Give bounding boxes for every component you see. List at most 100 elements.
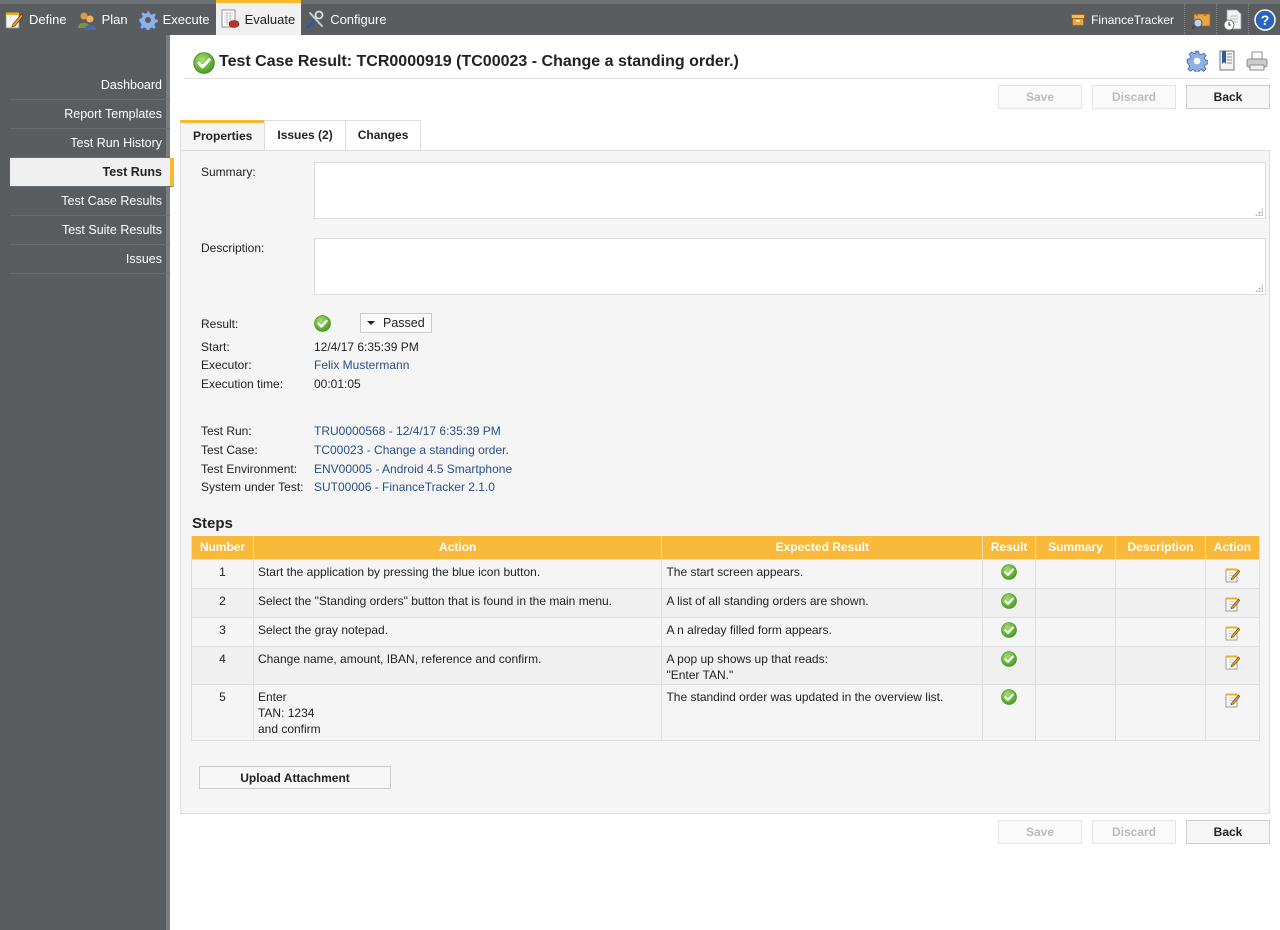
back-button[interactable]: Back xyxy=(1186,85,1270,109)
steps-table: Number Action Expected Result Result Sum… xyxy=(191,536,1261,741)
sidebar-item-test-case-results[interactable]: Test Case Results xyxy=(10,187,170,216)
step-action: Select the "Standing orders" button that… xyxy=(252,587,663,618)
nav-evaluate[interactable]: Evaluate xyxy=(215,0,302,35)
result-dropdown[interactable]: Passed xyxy=(360,313,432,333)
test-run-label: Test Run: xyxy=(201,424,252,438)
upload-attachment-button[interactable]: Upload Attachment xyxy=(199,766,391,789)
step-result xyxy=(982,587,1037,618)
discard-button[interactable]: Discard xyxy=(1092,820,1176,844)
edit-note-icon xyxy=(1224,654,1240,670)
project-selector[interactable]: FinanceTracker xyxy=(1071,4,1184,35)
step-number: 5 xyxy=(191,683,254,741)
step-expected-result: A pop up shows up that reads: "Enter TAN… xyxy=(661,645,984,685)
nav-execute[interactable]: Execute xyxy=(134,4,216,35)
top-navigation-bar: Define Plan Execute Evaluate Configure F… xyxy=(0,0,1280,35)
gear-icon xyxy=(138,10,158,30)
print-button[interactable] xyxy=(1245,49,1269,73)
search-projects-button[interactable] xyxy=(1184,4,1216,35)
sidebar-item-report-templates[interactable]: Report Templates xyxy=(10,100,170,129)
step-number: 4 xyxy=(191,645,254,685)
report-chart-icon xyxy=(221,9,239,28)
tab-bar: Properties Issues (2) Changes xyxy=(180,120,422,152)
steps-header-row: Number Action Expected Result Result Sum… xyxy=(191,536,1261,560)
settings-icon xyxy=(1186,50,1208,72)
sidebar-item-issues[interactable]: Issues xyxy=(10,245,170,274)
column-header-number[interactable]: Number xyxy=(191,536,254,560)
column-header-result[interactable]: Result xyxy=(982,536,1037,560)
execution-time-value: 00:01:05 xyxy=(314,377,361,391)
bookmark-icon xyxy=(1219,50,1235,71)
nav-configure[interactable]: Configure xyxy=(301,4,392,35)
edit-step-button[interactable] xyxy=(1224,692,1240,712)
step-expected-result: A n alreday filled form appears. xyxy=(661,616,984,647)
users-icon xyxy=(77,12,96,30)
passed-icon xyxy=(1001,689,1017,705)
edit-step-button[interactable] xyxy=(1224,596,1240,616)
resize-handle[interactable] xyxy=(1255,284,1263,292)
nav-plan[interactable]: Plan xyxy=(73,4,134,35)
sidebar-item-test-suite-results[interactable]: Test Suite Results xyxy=(10,216,170,245)
start-label: Start: xyxy=(201,340,230,354)
properties-panel: Summary: Description: Result: Passed Sta… xyxy=(180,150,1270,814)
step-edit-cell xyxy=(1204,616,1261,647)
tab-properties[interactable]: Properties xyxy=(180,120,266,152)
nav-define-label: Define xyxy=(29,12,67,27)
steps-heading: Steps xyxy=(192,515,233,532)
description-textarea[interactable] xyxy=(314,238,1266,295)
step-summary xyxy=(1035,645,1116,685)
edit-step-button[interactable] xyxy=(1224,654,1240,674)
system-under-test-link[interactable]: SUT00006 - FinanceTracker 2.1.0 xyxy=(314,480,495,494)
save-button[interactable]: Save xyxy=(998,820,1082,844)
executor-link[interactable]: Felix Mustermann xyxy=(314,358,409,372)
edit-step-button[interactable] xyxy=(1224,567,1240,587)
tab-changes[interactable]: Changes xyxy=(344,120,422,151)
bookmark-button[interactable] xyxy=(1215,49,1239,73)
top-right-toolbar: FinanceTracker ? xyxy=(1071,4,1280,35)
test-run-link[interactable]: TRU0000568 - 12/4/17 6:35:39 PM xyxy=(314,424,501,438)
step-row: 1 Start the application by pressing the b… xyxy=(191,558,1261,589)
step-row: 5 Enter TAN: 1234 and confirm The standind… xyxy=(191,683,1261,741)
sidebar-item-test-runs[interactable]: Test Runs xyxy=(10,158,174,187)
step-description xyxy=(1115,558,1206,589)
passed-icon xyxy=(1001,651,1017,667)
discard-button[interactable]: Discard xyxy=(1092,85,1176,109)
passed-icon xyxy=(1001,622,1017,638)
settings-button[interactable] xyxy=(1185,49,1209,73)
step-result xyxy=(982,558,1037,589)
help-button[interactable]: ? xyxy=(1248,4,1280,35)
column-header-summary[interactable]: Summary xyxy=(1035,536,1116,560)
bottom-button-row: Save Discard Back xyxy=(998,820,1270,844)
tab-issues[interactable]: Issues (2) xyxy=(264,120,346,151)
test-case-link[interactable]: TC00023 - Change a standing order. xyxy=(314,443,509,457)
resize-handle[interactable] xyxy=(1255,208,1263,216)
test-environment-link[interactable]: ENV00005 - Android 4.5 Smartphone xyxy=(314,462,512,476)
test-environment-label: Test Environment: xyxy=(201,462,298,476)
step-edit-cell xyxy=(1204,683,1261,741)
start-value: 12/4/17 6:35:39 PM xyxy=(314,340,419,354)
step-number: 2 xyxy=(191,587,254,618)
project-name: FinanceTracker xyxy=(1091,12,1174,27)
back-button[interactable]: Back xyxy=(1186,820,1270,844)
sidebar-item-test-run-history[interactable]: Test Run History xyxy=(10,129,170,158)
system-under-test-label: System under Test: xyxy=(201,480,304,494)
sidebar-item-dashboard[interactable]: Dashboard xyxy=(10,71,170,100)
edit-step-button[interactable] xyxy=(1224,625,1240,645)
column-header-description[interactable]: Description xyxy=(1115,536,1206,560)
column-header-expected-result[interactable]: Expected Result xyxy=(661,536,984,560)
activity-log-button[interactable] xyxy=(1216,4,1248,35)
step-row: 4 Change name, amount, IBAN, reference an… xyxy=(191,645,1261,685)
summary-textarea[interactable] xyxy=(314,162,1266,219)
step-expected-result: A list of all standing orders are shown. xyxy=(661,587,984,618)
nav-define[interactable]: Define xyxy=(0,4,73,35)
column-header-action[interactable]: Action xyxy=(252,536,663,560)
box-search-icon xyxy=(1190,11,1210,30)
step-result xyxy=(982,645,1037,685)
step-action: Start the application by pressing the bl… xyxy=(252,558,663,589)
column-header-edit-action[interactable]: Action xyxy=(1204,536,1261,560)
executor-label: Executor: xyxy=(201,358,252,372)
save-button[interactable]: Save xyxy=(998,85,1082,109)
step-edit-cell xyxy=(1204,558,1261,589)
print-icon xyxy=(1246,51,1268,71)
edit-note-icon xyxy=(1224,625,1240,641)
step-action: Select the gray notepad. xyxy=(252,616,663,647)
